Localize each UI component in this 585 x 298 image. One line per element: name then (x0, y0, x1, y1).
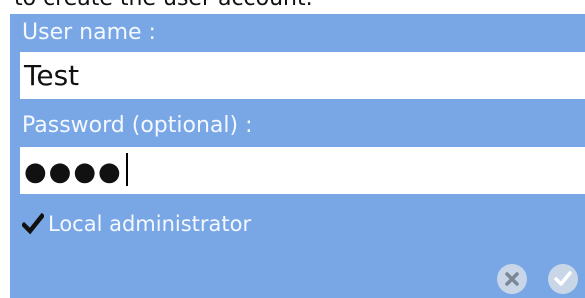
checkmark-icon (20, 212, 46, 235)
password-label: Password (optional) : (22, 113, 253, 138)
confirm-button[interactable] (548, 264, 578, 294)
local-admin-checkbox[interactable]: Local administrator (20, 210, 252, 238)
user-form-panel: User name : Test Password (optional) : ●… (10, 14, 585, 298)
password-input[interactable]: ●●●● (20, 147, 585, 194)
username-input[interactable]: Test (20, 52, 585, 99)
create-user-dialog: to create the user account. User name : … (0, 0, 585, 298)
close-icon (497, 264, 527, 294)
text-caret (125, 153, 128, 186)
cancel-button[interactable] (497, 264, 527, 294)
password-masked-value: ●●●● (24, 157, 123, 187)
checkmark-icon (548, 264, 578, 294)
intro-text: to create the user account. (14, 0, 313, 11)
username-value: Test (24, 59, 80, 92)
username-label: User name : (22, 20, 156, 45)
local-admin-label: Local administrator (48, 212, 252, 236)
